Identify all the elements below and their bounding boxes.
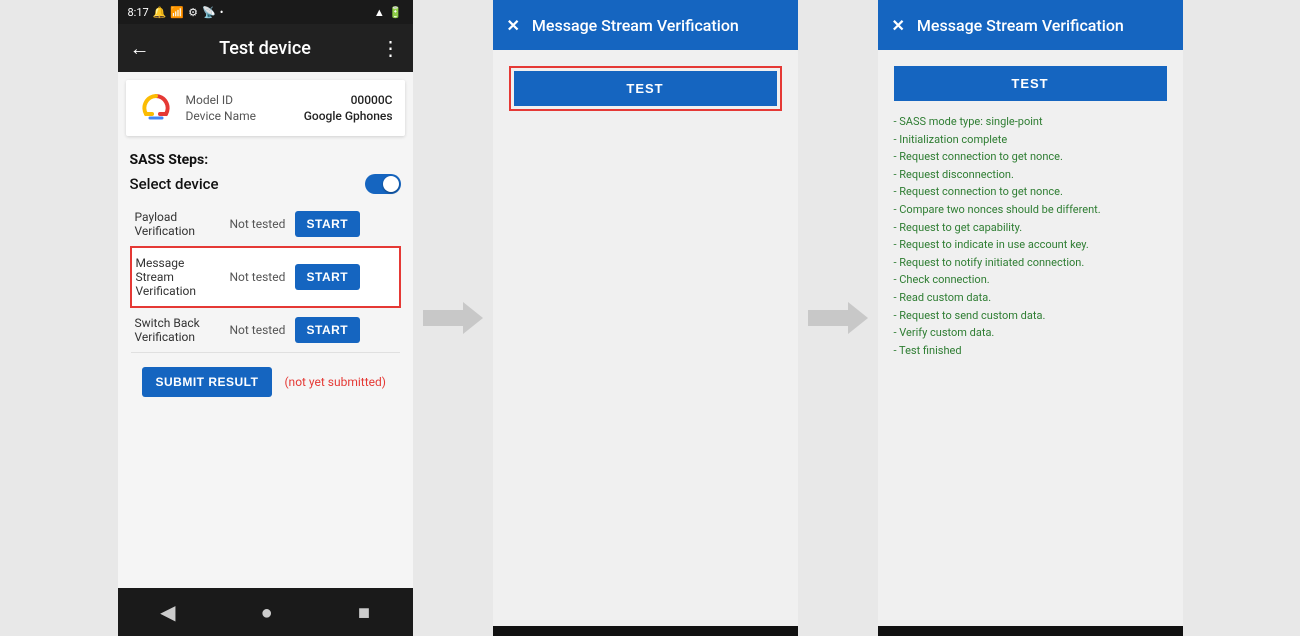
- step-name-msgstream: Message Stream Verification: [131, 247, 226, 307]
- model-id-value: 00000C: [351, 93, 393, 107]
- step-status-msgstream: Not tested: [226, 247, 291, 307]
- device-info-card: Model ID 00000C Device Name Google Gphon…: [126, 80, 405, 136]
- sass-title: SASS Steps:: [130, 152, 401, 168]
- start-switchback-button[interactable]: START: [295, 317, 361, 343]
- dialog-screen-2: ✕ Message Stream Verification TEST - SAS…: [878, 0, 1183, 636]
- table-row: Payload Verification Not tested START: [131, 202, 400, 247]
- step-btn-msgstream: START: [291, 247, 400, 307]
- app-title: Test device: [219, 38, 311, 59]
- select-device-label: Select device: [130, 175, 219, 193]
- device-name-value: Google Gphones: [304, 109, 393, 123]
- test-btn-container-1: TEST: [509, 66, 782, 111]
- test-button-2[interactable]: TEST: [894, 66, 1167, 101]
- arrow-2: [798, 302, 878, 334]
- phone-screen: 8:17 🔔 📶 ⚙ 📡 • ▲ 🔋 ← Test device ⋮: [118, 0, 413, 636]
- start-payload-button[interactable]: START: [295, 211, 361, 237]
- nav-home-button[interactable]: ●: [261, 600, 273, 625]
- menu-button[interactable]: ⋮: [380, 36, 400, 60]
- table-row-highlighted: Message Stream Verification Not tested S…: [131, 247, 400, 307]
- brand-logo: [138, 90, 174, 126]
- model-id-row: Model ID 00000C: [186, 93, 393, 107]
- app-bar: ← Test device ⋮: [118, 24, 413, 72]
- select-device-row: Select device: [130, 174, 401, 194]
- cast-icon: 📡: [202, 6, 216, 19]
- submit-result-button[interactable]: SUBMIT RESULT: [142, 367, 273, 397]
- result-log: - SASS mode type: single-point - Initial…: [894, 113, 1167, 359]
- time-display: 8:17: [128, 6, 149, 19]
- test-btn-wrapper-2: TEST: [894, 66, 1167, 101]
- settings-icon: ⚙: [188, 6, 198, 19]
- select-device-toggle[interactable]: [365, 174, 401, 194]
- status-bar: 8:17 🔔 📶 ⚙ 📡 • ▲ 🔋: [118, 0, 413, 24]
- device-name-row: Device Name Google Gphones: [186, 109, 393, 123]
- steps-table: Payload Verification Not tested START Me…: [130, 202, 401, 353]
- device-name-label: Device Name: [186, 109, 257, 123]
- dialog-body-2: TEST - SASS mode type: single-point - In…: [878, 50, 1183, 626]
- dialog-close-button-2[interactable]: ✕: [892, 16, 905, 35]
- step-status-payload: Not tested: [226, 202, 291, 247]
- dialog-body-1: TEST: [493, 50, 798, 626]
- notification-icon: 🔔: [153, 6, 167, 19]
- toggle-knob: [383, 176, 399, 192]
- table-row: Switch Back Verification Not tested STAR…: [131, 307, 400, 353]
- sass-section: SASS Steps: Select device Payload Verifi…: [118, 144, 413, 407]
- step-name-payload: Payload Verification: [131, 202, 226, 247]
- dialog-bottom-bar-1: [493, 626, 798, 636]
- arrow-icon-1: [423, 302, 483, 334]
- nav-recent-button[interactable]: ■: [358, 600, 370, 625]
- dialog-bottom-bar-2: [878, 626, 1183, 636]
- phone-content: Model ID 00000C Device Name Google Gphon…: [118, 72, 413, 588]
- submit-row: SUBMIT RESULT (not yet submitted): [130, 353, 401, 407]
- dialog-close-button-1[interactable]: ✕: [507, 16, 520, 35]
- back-button[interactable]: ←: [130, 36, 150, 61]
- start-msgstream-button[interactable]: START: [295, 264, 361, 290]
- model-id-label: Model ID: [186, 93, 233, 107]
- dialog-header-1: ✕ Message Stream Verification: [493, 0, 798, 50]
- arrow-1: [413, 302, 493, 334]
- dialog-header-2: ✕ Message Stream Verification: [878, 0, 1183, 50]
- phone-nav-bar: ◀ ● ■: [118, 588, 413, 636]
- step-status-switchback: Not tested: [226, 307, 291, 353]
- step-btn-payload: START: [291, 202, 400, 247]
- step-btn-switchback: START: [291, 307, 400, 353]
- status-right: ▲ 🔋: [374, 6, 403, 19]
- dialog-screen-1: ✕ Message Stream Verification TEST: [493, 0, 798, 636]
- wifi-icon: ▲: [374, 6, 385, 19]
- nav-back-button[interactable]: ◀: [160, 600, 175, 624]
- step-name-switchback: Switch Back Verification: [131, 307, 226, 353]
- dialog-title-2: Message Stream Verification: [917, 16, 1169, 35]
- status-left: 8:17 🔔 📶 ⚙ 📡 •: [128, 6, 224, 19]
- sim-icon: 📶: [170, 6, 184, 19]
- device-info-rows: Model ID 00000C Device Name Google Gphon…: [186, 93, 393, 123]
- battery-icon: 🔋: [389, 6, 403, 19]
- arrow-icon-2: [808, 302, 868, 334]
- test-button-1[interactable]: TEST: [514, 71, 777, 106]
- dialog-title-1: Message Stream Verification: [532, 16, 784, 35]
- not-submitted-label: (not yet submitted): [284, 375, 386, 389]
- dot-icon: •: [220, 6, 224, 19]
